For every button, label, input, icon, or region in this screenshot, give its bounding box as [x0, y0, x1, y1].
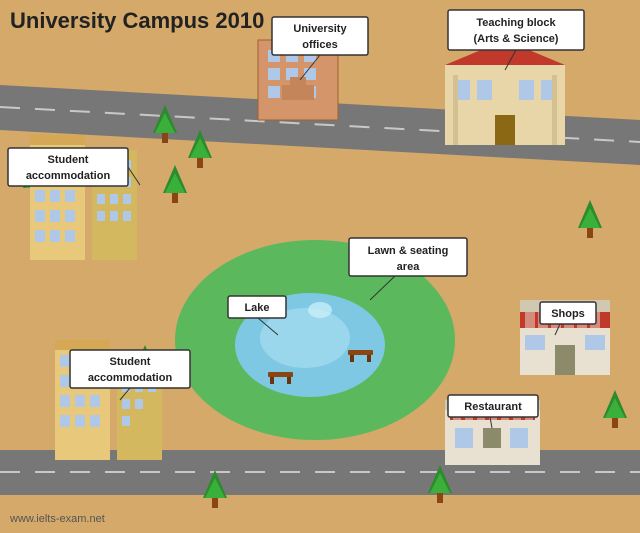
- lake-connector: [258, 318, 278, 335]
- campus-map: University Campus 2010: [0, 0, 640, 533]
- lake-water: [235, 293, 385, 397]
- tree-10: [133, 345, 157, 383]
- restaurant-text: Restaurant: [464, 401, 522, 413]
- university-offices-label-box: [272, 17, 368, 55]
- tree-9: [23, 160, 47, 198]
- tree-4: [578, 200, 602, 238]
- student-acc-top-connector: [128, 167, 140, 185]
- lake-label-box: [228, 296, 286, 318]
- shops-label-box: [540, 302, 596, 324]
- lawn-area: [175, 240, 455, 440]
- restaurant-building: [445, 400, 540, 465]
- page-title: University Campus 2010: [10, 8, 264, 34]
- shops-building: [520, 300, 610, 375]
- restaurant-label-box: [448, 395, 538, 417]
- teaching-block-label-box: [448, 10, 584, 50]
- lake-text: Lake: [244, 302, 269, 314]
- bench-1: [268, 372, 293, 384]
- university-offices-connector: [300, 55, 320, 80]
- teaching-block-text-1: Teaching block: [476, 17, 556, 29]
- tree-3: [163, 165, 187, 203]
- university-offices-text-1: University: [293, 23, 347, 35]
- shops-connector: [555, 324, 560, 335]
- lawn-seating-text-1: Lawn & seating: [368, 245, 449, 257]
- student-acc-bottom-text-1: Student: [110, 356, 151, 368]
- diagonal-road: [0, 85, 640, 165]
- student-acc-bottom-connector: [120, 388, 130, 400]
- tree-7: [203, 470, 227, 508]
- horizontal-road: [0, 450, 640, 495]
- website-label: www.ielts-exam.net: [10, 513, 105, 525]
- tree-1: [153, 105, 177, 143]
- student-acc-bottom-building: [55, 340, 162, 460]
- shops-text: Shops: [551, 308, 585, 320]
- student-acc-top-building: [30, 135, 137, 260]
- university-offices-building: [258, 35, 338, 120]
- lawn-seating-text-2: area: [397, 261, 421, 273]
- university-offices-text-2: offices: [302, 39, 337, 51]
- student-acc-top-text-2: accommodation: [26, 170, 111, 182]
- restaurant-connector: [490, 417, 492, 428]
- student-acc-bottom-text-2: accommodation: [88, 372, 173, 384]
- teaching-block-connector: [505, 50, 516, 70]
- tree-8: [428, 465, 452, 503]
- student-acc-top-label-box: [8, 148, 128, 186]
- lawn-seating-label-box: [349, 238, 467, 276]
- bench-2: [348, 350, 373, 362]
- tree-5: [603, 390, 627, 428]
- tree-6: [58, 390, 82, 428]
- lawn-connector: [370, 276, 395, 300]
- teaching-block-building: [445, 40, 565, 145]
- teaching-block-text-2: (Arts & Science): [474, 33, 559, 45]
- tree-2: [188, 130, 212, 168]
- student-acc-bottom-label-box: [70, 350, 190, 388]
- student-acc-top-text-1: Student: [48, 154, 89, 166]
